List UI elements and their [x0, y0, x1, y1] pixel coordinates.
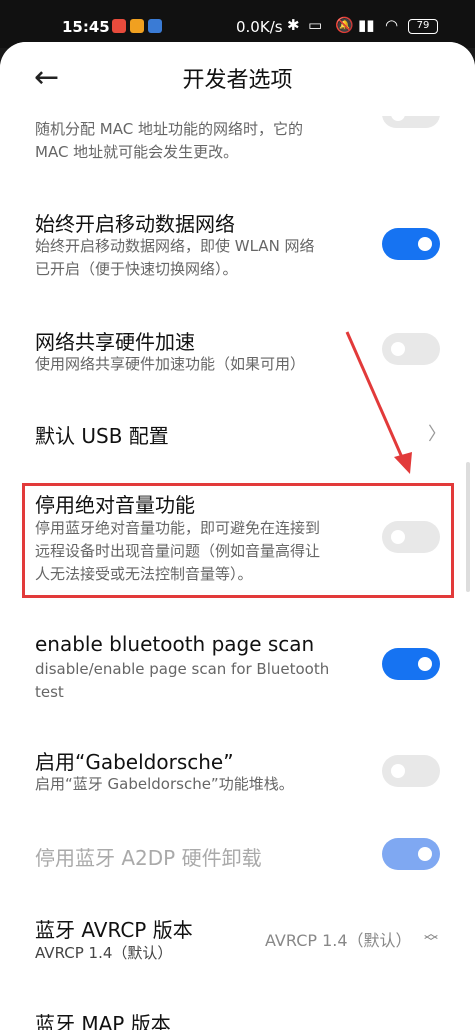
scrollbar[interactable] [466, 462, 470, 592]
toggle-knob [418, 657, 432, 671]
battery-icon: 79 [408, 19, 438, 34]
notification-app-icon [130, 19, 144, 33]
item-description: 启用“蓝牙 Gabeldorsche”功能堆栈。 [35, 775, 294, 793]
list-item-bluetooth-page-scan[interactable]: enable bluetooth page scan disable/enabl… [0, 622, 475, 702]
hd-signal-icon: ▮▮ [358, 16, 375, 34]
item-title: enable bluetooth page scan [35, 632, 315, 656]
item-title: 启用“Gabeldorsche” [35, 750, 234, 774]
header: ← 开发者选项 [0, 42, 475, 116]
notification-app-icon [112, 19, 126, 33]
network-speed: 0.0K/s [236, 18, 283, 36]
item-title: 停用蓝牙 A2DP 硬件卸载 [35, 846, 262, 870]
item-description: AVRCP 1.4（默认） [35, 944, 173, 962]
notification-app-icon [148, 19, 162, 33]
status-bar: 15:45 0.0K/s ✱ ▭ 🔕 ▮▮ ◠ 79 [0, 0, 475, 48]
item-title: 蓝牙 AVRCP 版本 [35, 918, 193, 942]
page-title: 开发者选项 [182, 68, 293, 93]
bluetooth-icon: ✱ [287, 16, 300, 34]
vibrate-icon: ▭ [308, 16, 323, 34]
item-description: disable/enable page scan for Bluetooth [35, 660, 330, 678]
status-time: 15:45 [62, 18, 110, 36]
mute-icon: 🔕 [335, 16, 354, 34]
toggle-switch[interactable] [382, 648, 440, 680]
item-description: test [35, 683, 64, 701]
list-item-bluetooth-map-version[interactable]: 蓝牙 MAP 版本 [0, 998, 475, 1030]
toggle-switch[interactable] [382, 755, 440, 787]
item-title: 蓝牙 MAP 版本 [35, 1012, 171, 1030]
list-item-disable-a2dp-offload: 停用蓝牙 A2DP 硬件卸载 [0, 832, 475, 882]
wifi-icon: ◠ [385, 16, 399, 34]
settings-sheet: ← 开发者选项 随机分配 MAC 地址功能的网络时，它的 MAC 地址就可能会发… [0, 42, 475, 1030]
selected-value[interactable]: AVRCP 1.4（默认） [265, 927, 412, 951]
list-item-bluetooth-avrcp-version[interactable]: 蓝牙 AVRCP 版本 AVRCP 1.4（默认） AVRCP 1.4（默认） … [0, 904, 475, 974]
list-item-gabeldorsche[interactable]: 启用“Gabeldorsche” 启用“蓝牙 Gabeldorsche”功能堆栈… [0, 736, 475, 806]
select-arrows-icon: ︿ ﹀ [424, 926, 438, 951]
toggle-switch [382, 838, 440, 870]
toggle-knob [391, 764, 405, 778]
toggle-knob [418, 847, 432, 861]
